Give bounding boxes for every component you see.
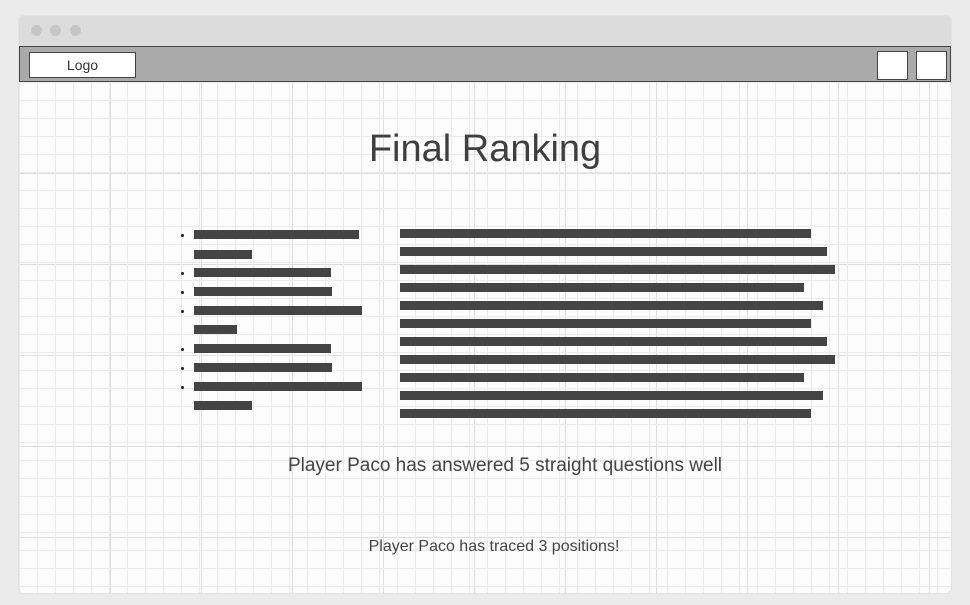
text-placeholder-bar xyxy=(194,382,362,391)
text-placeholder-bar xyxy=(400,391,823,400)
text-placeholder-bar xyxy=(400,283,804,292)
window-control-dot[interactable] xyxy=(70,25,81,36)
window-control-dot[interactable] xyxy=(50,25,61,36)
page-title: Final Ranking xyxy=(368,128,602,170)
text-placeholder-bar xyxy=(194,306,362,315)
text-placeholder-bar xyxy=(400,319,811,328)
logo[interactable]: Logo xyxy=(29,52,136,78)
bullet-icon xyxy=(181,272,184,275)
text-placeholder-bar xyxy=(194,344,331,353)
text-placeholder-bar xyxy=(194,268,331,277)
window-control-dot[interactable] xyxy=(31,25,42,36)
bullet-icon xyxy=(181,310,184,313)
text-placeholder-bar xyxy=(400,229,811,238)
text-placeholder-bar xyxy=(194,250,252,259)
toolbar-button[interactable] xyxy=(877,51,908,80)
text-placeholder-bar xyxy=(194,401,252,410)
text-placeholder-bar xyxy=(400,265,835,274)
window-titlebar xyxy=(19,16,951,46)
positions-message: Player Paco has traced 3 positions! xyxy=(368,538,620,555)
bullet-icon xyxy=(181,367,184,370)
text-placeholder-bar xyxy=(194,363,332,372)
text-placeholder-bar xyxy=(400,373,804,382)
text-placeholder-bar xyxy=(400,247,827,256)
bullet-icon xyxy=(181,234,184,237)
toolbar-button[interactable] xyxy=(916,51,947,80)
text-placeholder-bar xyxy=(194,230,359,239)
browser-window: Logo Final Ranking Player Paco has answe… xyxy=(18,15,952,594)
text-placeholder-bar xyxy=(194,325,237,334)
text-placeholder-bar xyxy=(400,337,827,346)
main-content: Final Ranking Player Paco has answered 5… xyxy=(19,82,951,593)
app-toolbar: Logo xyxy=(19,46,951,82)
text-placeholder-bar xyxy=(400,355,835,364)
bullet-icon xyxy=(181,291,184,294)
text-placeholder-bar xyxy=(194,287,332,296)
bullet-icon xyxy=(181,348,184,351)
text-placeholder-bar xyxy=(400,301,823,310)
bullet-icon xyxy=(181,386,184,389)
streak-message: Player Paco has answered 5 straight ques… xyxy=(287,455,723,476)
text-placeholder-bar xyxy=(400,409,811,418)
